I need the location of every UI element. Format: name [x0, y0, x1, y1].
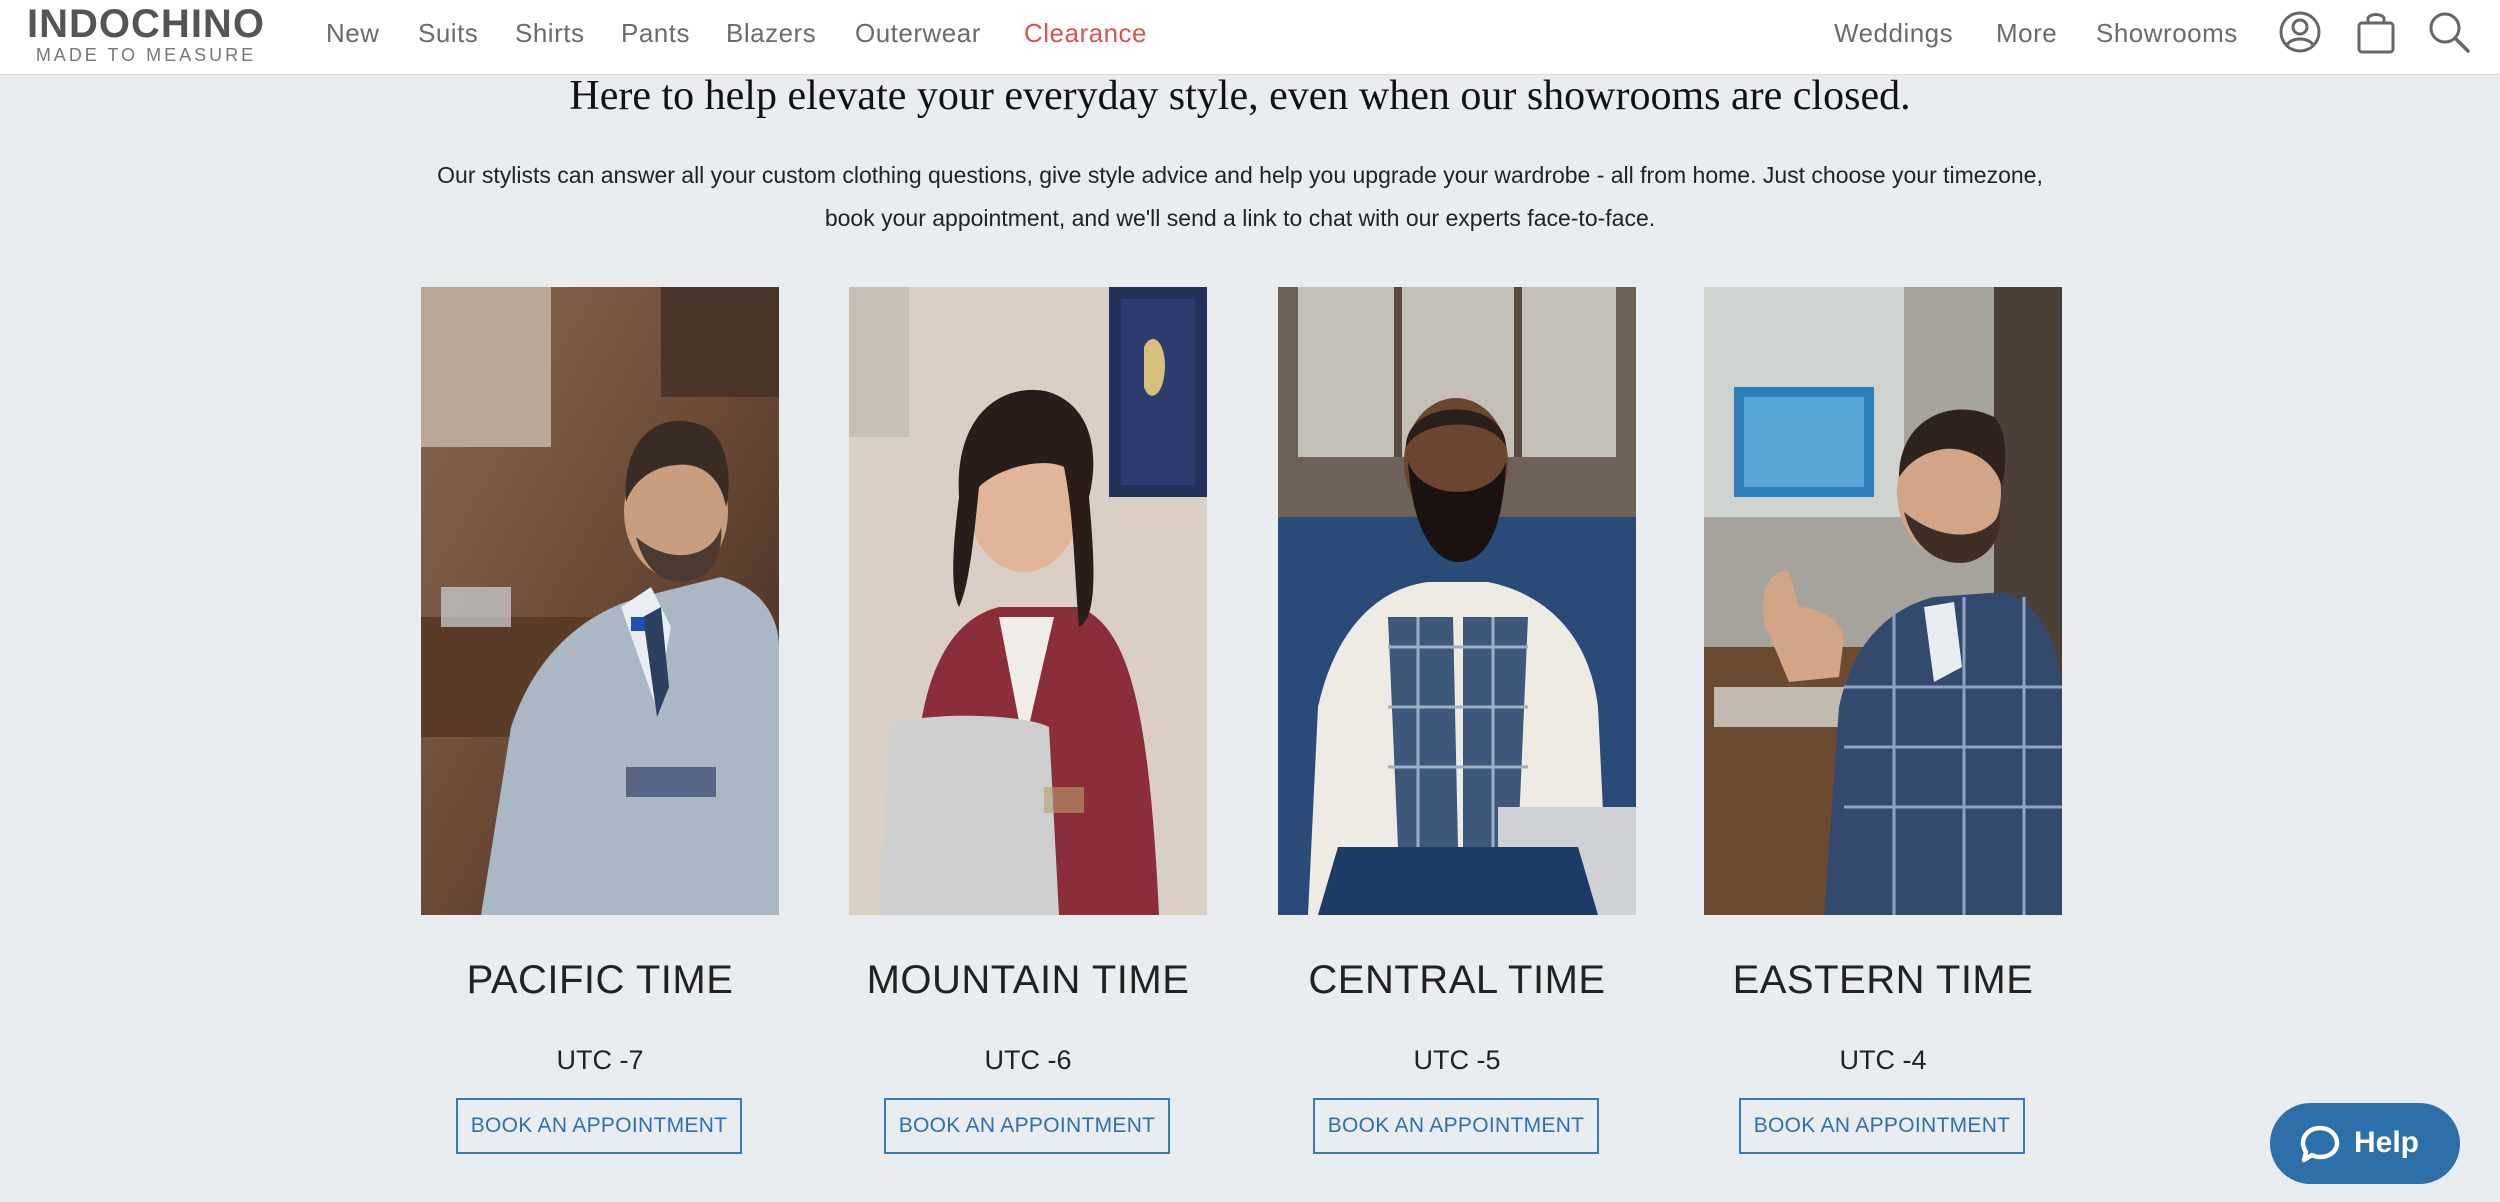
stylist-photo [1704, 287, 2062, 915]
utc-offset: UTC -6 [984, 1045, 1072, 1075]
nav-outerwear[interactable]: Outerwear [855, 16, 981, 50]
help-chat-button[interactable]: Help [2270, 1103, 2460, 1184]
logo-tagline: MADE TO MEASURE [35, 45, 257, 65]
search-icon[interactable] [2427, 10, 2471, 54]
book-appointment-button-central[interactable]: BOOK AN APPOINTMENT [1313, 1098, 1599, 1154]
stylist-photo [849, 287, 1207, 915]
stylist-photo [1278, 287, 1636, 915]
page-headline: Here to help elevate your everyday style… [569, 73, 1911, 119]
shopping-bag-icon[interactable] [2354, 10, 2398, 54]
book-appointment-button-pacific[interactable]: BOOK AN APPOINTMENT [456, 1098, 742, 1154]
nav-more[interactable]: More [1996, 16, 2057, 50]
timezone-title: PACIFIC TIME [466, 958, 734, 1002]
utc-offset: UTC -7 [556, 1045, 644, 1075]
nav-weddings[interactable]: Weddings [1834, 16, 1953, 50]
book-appointment-button-mountain[interactable]: BOOK AN APPOINTMENT [884, 1098, 1170, 1154]
utc-offset: UTC -4 [1839, 1045, 1927, 1075]
logo-wordmark: INDOCHINO [27, 2, 265, 46]
stylist-photo [421, 287, 779, 915]
nav-new[interactable]: New [326, 16, 380, 50]
intro-paragraph: Our stylists can answer all your custom … [437, 162, 2043, 231]
chat-bubble-icon [2300, 1125, 2340, 1163]
help-label: Help [2354, 1126, 2420, 1159]
account-icon[interactable] [2278, 10, 2322, 54]
utc-offset: UTC -5 [1413, 1045, 1501, 1075]
nav-suits[interactable]: Suits [418, 16, 478, 50]
site-header: INDOCHINO MADE TO MEASURE New Suits Shir… [0, 0, 2500, 75]
nav-clearance[interactable]: Clearance [1024, 16, 1147, 50]
nav-blazers[interactable]: Blazers [726, 16, 816, 50]
nav-showrooms[interactable]: Showrooms [2096, 16, 2238, 50]
timezone-title: MOUNTAIN TIME [866, 958, 1190, 1002]
timezone-title: CENTRAL TIME [1308, 958, 1606, 1002]
nav-shirts[interactable]: Shirts [515, 16, 584, 50]
nav-pants[interactable]: Pants [621, 16, 690, 50]
indochino-logo[interactable]: INDOCHINO MADE TO MEASURE [16, 2, 276, 64]
timezone-title: EASTERN TIME [1732, 958, 2034, 1002]
book-appointment-button-eastern[interactable]: BOOK AN APPOINTMENT [1739, 1098, 2025, 1154]
